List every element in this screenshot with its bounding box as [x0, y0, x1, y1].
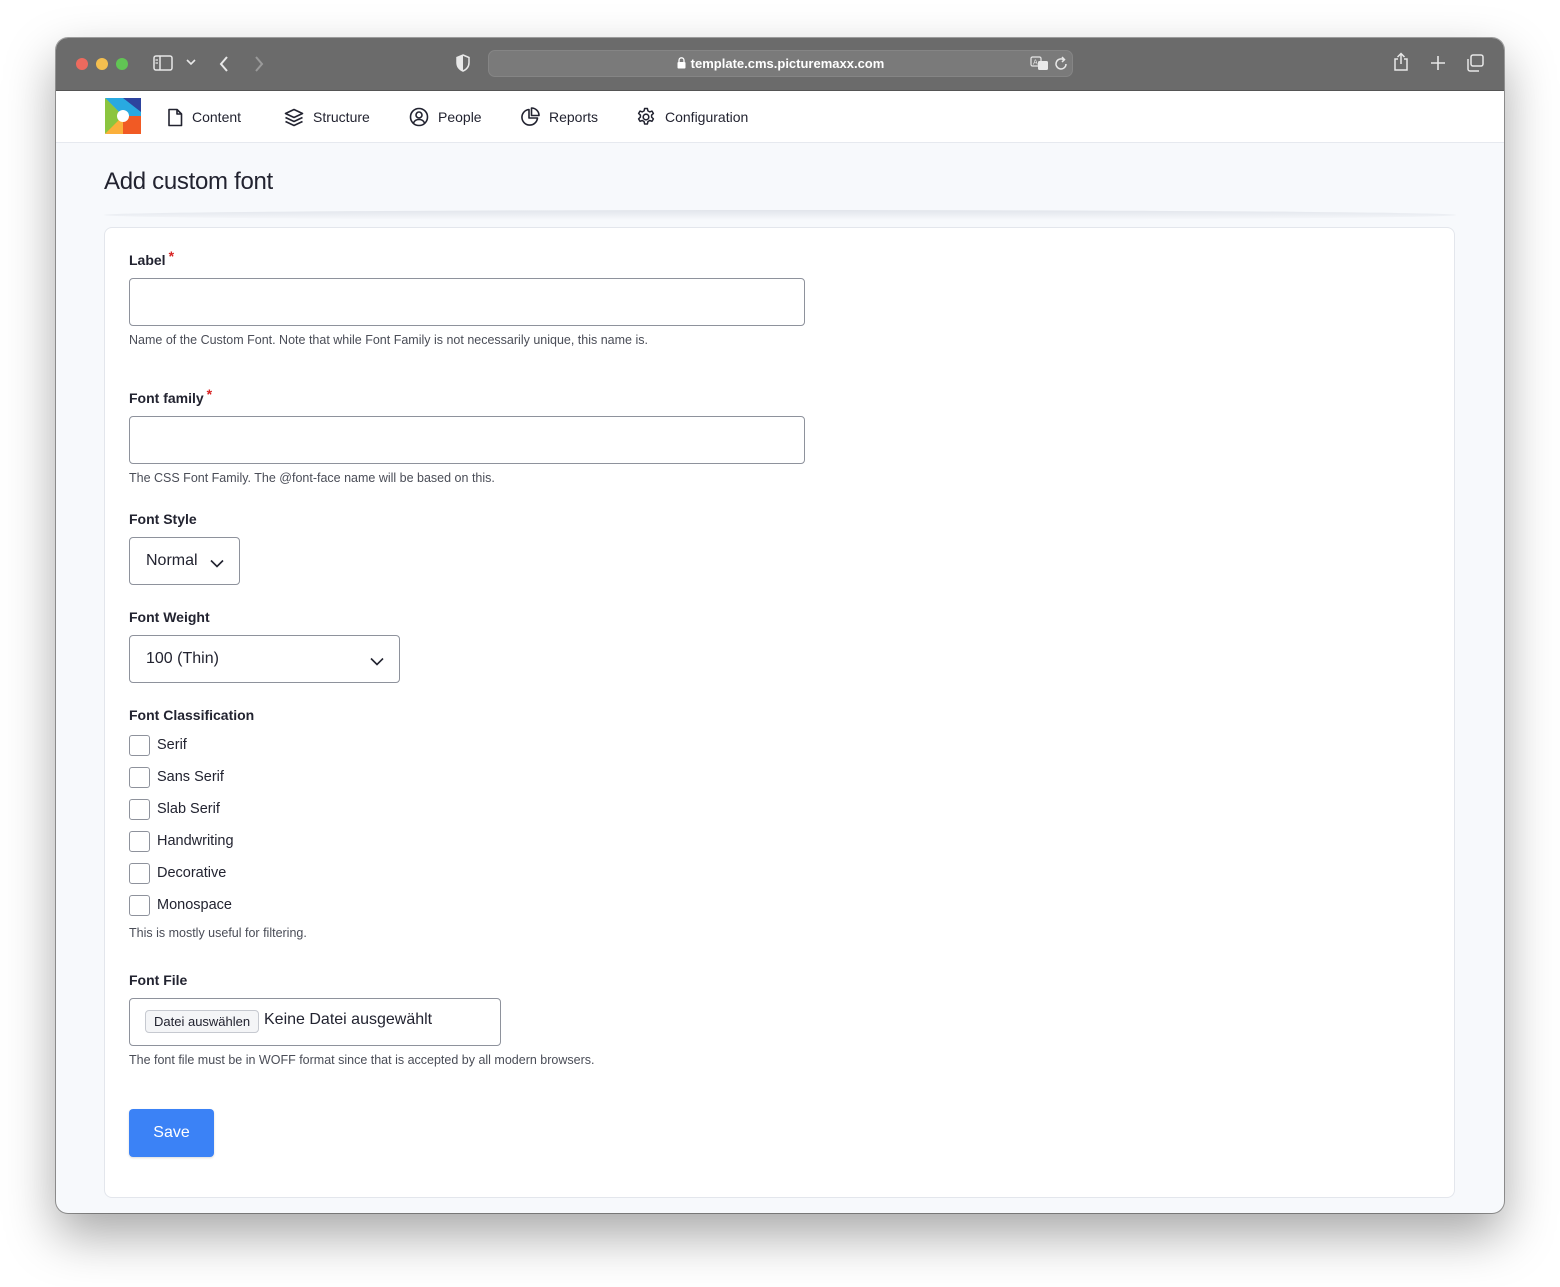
serif-checkbox[interactable]	[129, 734, 150, 756]
checkbox-label: Decorative	[157, 865, 227, 881]
user-circle-icon	[409, 107, 429, 127]
decorative-checkbox[interactable]	[129, 862, 150, 884]
file-icon	[167, 108, 183, 127]
font-style-field-label: Font Style	[129, 511, 197, 527]
back-icon[interactable]	[218, 55, 230, 73]
font-weight-field-label: Font Weight	[129, 609, 210, 625]
svg-text:A: A	[1033, 59, 1038, 67]
close-window-button[interactable]	[76, 58, 88, 70]
font-weight-selected-value: 100 (Thin)	[146, 650, 219, 667]
classification-option-sans-serif[interactable]: Sans Serif	[129, 766, 224, 788]
font-family-description: The CSS Font Family. The @font-face name…	[129, 471, 495, 485]
font-file-input[interactable]: Datei auswählen Keine Datei ausgewählt	[129, 998, 501, 1046]
chevron-down-icon[interactable]	[186, 58, 196, 66]
forward-icon[interactable]	[253, 55, 265, 73]
classification-option-handwriting[interactable]: Handwriting	[129, 830, 234, 852]
font-style-selected-value: Normal	[146, 552, 198, 569]
layers-icon	[284, 108, 304, 127]
translate-icon[interactable]: A	[1030, 56, 1049, 71]
sans-serif-checkbox[interactable]	[129, 766, 150, 788]
choose-file-button[interactable]: Datei auswählen	[145, 1010, 260, 1033]
classification-option-serif[interactable]: Serif	[129, 734, 187, 756]
nav-item-content[interactable]: Content	[167, 105, 241, 129]
url-text: template.cms.picturemaxx.com	[690, 56, 885, 71]
classification-option-monospace[interactable]: Monospace	[129, 894, 232, 916]
font-file-field-label: Font File	[129, 972, 188, 988]
browser-toolbar: template.cms.picturemaxx.com A	[56, 38, 1504, 91]
address-bar[interactable]: template.cms.picturemaxx.com A	[488, 50, 1073, 77]
font-classification-description: This is mostly useful for filtering.	[129, 926, 307, 940]
nav-item-label: Reports	[549, 109, 599, 125]
page-title: Add custom font	[104, 168, 273, 195]
header-divider	[104, 210, 1456, 220]
required-marker: *	[168, 248, 175, 264]
checkbox-label: Serif	[157, 737, 187, 753]
checkbox-label: Slab Serif	[157, 801, 220, 817]
label-description: Name of the Custom Font. Note that while…	[129, 333, 648, 347]
monospace-checkbox[interactable]	[129, 894, 150, 916]
classification-option-slab-serif[interactable]: Slab Serif	[129, 798, 220, 820]
nav-item-reports[interactable]: Reports	[520, 105, 598, 129]
chevron-down-icon	[370, 653, 384, 671]
file-status-text: Keine Datei ausgewählt	[264, 1011, 433, 1028]
classification-option-decorative[interactable]: Decorative	[129, 862, 226, 884]
nav-item-label: Content	[192, 109, 242, 125]
site-logo[interactable]	[105, 98, 141, 134]
browser-window: template.cms.picturemaxx.com A Content S…	[56, 38, 1504, 1213]
nav-item-configuration[interactable]: Configuration	[636, 105, 748, 129]
reload-icon[interactable]	[1054, 56, 1068, 71]
share-icon[interactable]	[1393, 52, 1409, 72]
nav-item-label: People	[438, 109, 482, 125]
chevron-down-icon	[210, 555, 224, 573]
font-style-select[interactable]: Normal	[129, 537, 240, 585]
save-button[interactable]: Save	[129, 1109, 214, 1157]
privacy-shield-icon[interactable]	[456, 54, 470, 72]
lock-icon	[677, 57, 686, 72]
checkbox-label: Handwriting	[157, 833, 234, 849]
gear-icon	[636, 107, 656, 127]
page-header: Add custom font	[56, 143, 1504, 215]
required-marker: *	[206, 386, 213, 402]
tab-overview-icon[interactable]	[1466, 54, 1485, 72]
sidebar-toggle-icon[interactable]	[153, 55, 173, 71]
pie-chart-icon	[520, 107, 540, 127]
handwriting-checkbox[interactable]	[129, 830, 150, 852]
font-family-label-text: Font family	[129, 390, 204, 406]
label-field-label: Label *	[129, 248, 174, 268]
nav-item-label: Configuration	[665, 109, 749, 125]
font-family-input[interactable]	[129, 416, 805, 464]
zoom-window-button[interactable]	[116, 58, 128, 70]
font-family-field-label: Font family *	[129, 386, 212, 406]
main-navigation: Content Structure People Reports Configu…	[56, 91, 1504, 143]
checkbox-label: Sans Serif	[157, 769, 224, 785]
nav-item-structure[interactable]: Structure	[284, 105, 370, 129]
font-weight-select[interactable]: 100 (Thin)	[129, 635, 400, 683]
nav-item-people[interactable]: People	[409, 105, 482, 129]
checkbox-label: Monospace	[157, 897, 232, 913]
label-field-label-text: Label	[129, 252, 166, 268]
font-classification-field-label: Font Classification	[129, 707, 255, 723]
slab-serif-checkbox[interactable]	[129, 798, 150, 820]
label-input[interactable]	[129, 278, 805, 326]
new-tab-icon[interactable]	[1430, 55, 1446, 71]
font-file-description: The font file must be in WOFF format sin…	[129, 1053, 595, 1067]
minimize-window-button[interactable]	[96, 58, 108, 70]
nav-item-label: Structure	[313, 109, 370, 125]
custom-font-form: Label * Name of the Custom Font. Note tha…	[104, 227, 1455, 1198]
